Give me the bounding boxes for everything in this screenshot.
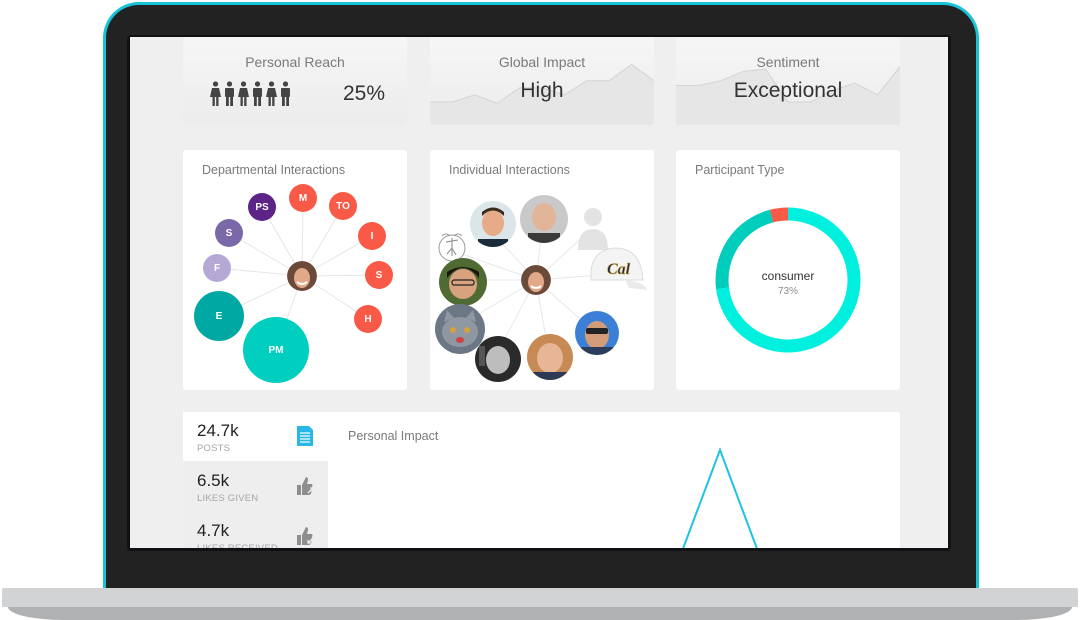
department-bubble-s[interactable]: S <box>215 219 243 247</box>
kpi-title: Sentiment <box>756 54 820 70</box>
laptop-mockup: Personal Reach 25% Global Impact High Se… <box>0 0 1080 620</box>
male-person-icon <box>281 81 290 106</box>
donut-center-value: 73% <box>777 286 798 297</box>
department-bubble-pm[interactable]: PM <box>243 317 309 383</box>
kpi-value: High <box>520 79 564 102</box>
department-bubble-to[interactable]: TO <box>329 192 357 220</box>
stat-label: POSTS <box>197 443 231 454</box>
stat-value: 24.7k <box>197 421 239 440</box>
document-icon <box>297 426 313 446</box>
individual-interactions-panel: Individual Interactions Cal <box>430 150 654 390</box>
impact-line <box>682 447 758 548</box>
center-user-avatar[interactable] <box>287 261 317 291</box>
laptop-base <box>2 588 1078 607</box>
departmental-interactions-panel: Departmental Interactions PS M TO S I F S E H PM <box>183 150 407 390</box>
participant-type-panel: Participant Type consumer 73% <box>676 150 900 390</box>
department-bubble-h[interactable]: H <box>354 305 382 333</box>
laptop-base-shadow <box>8 607 1072 620</box>
department-bubble-f[interactable]: F <box>203 254 231 282</box>
participant-avatar-5[interactable] <box>527 334 573 380</box>
kpi-value: Exceptional <box>733 79 843 102</box>
female-person-icon <box>210 81 221 106</box>
male-person-icon <box>253 81 262 106</box>
male-person-icon <box>225 81 234 106</box>
participant-avatar-6[interactable] <box>575 311 619 355</box>
personal-impact-panel: Personal Impact <box>328 412 900 548</box>
kpi-sentiment[interactable]: Sentiment Exceptional <box>676 37 900 125</box>
thumbs-up-out-icon <box>297 477 314 495</box>
stat-posts[interactable]: 24.7k POSTS <box>183 412 328 461</box>
people-icon <box>209 81 292 107</box>
participant-avatar-3[interactable] <box>439 258 487 306</box>
stat-value: 4.7k <box>197 521 230 540</box>
department-bubble-ps[interactable]: PS <box>248 193 276 221</box>
kpi-global-impact[interactable]: Global Impact High <box>430 37 654 125</box>
donut-center-label: consumer <box>761 269 815 283</box>
cal-cap-image[interactable]: Cal <box>585 240 649 300</box>
stats-list: 24.7k POSTS 6.5k LIKES GIVEN 4.7k LIKES … <box>183 412 328 548</box>
kpi-personal-reach[interactable]: Personal Reach 25% <box>183 37 407 125</box>
female-person-icon <box>266 81 277 106</box>
thumbs-up-in-icon <box>297 527 314 545</box>
stat-value: 6.5k <box>197 471 230 490</box>
participant-avatar-4[interactable] <box>475 336 521 382</box>
kpi-title: Global Impact <box>498 54 586 70</box>
kpi-title: Personal Reach <box>245 54 345 70</box>
kpi-value: 25% <box>343 82 386 105</box>
svg-text:Cal: Cal <box>607 261 631 278</box>
stat-likes-received[interactable]: 4.7k LIKES RECEIVED <box>183 512 328 548</box>
department-bubble-m[interactable]: M <box>289 184 317 212</box>
department-bubble-i[interactable]: I <box>358 222 386 250</box>
participant-avatar-2[interactable] <box>520 195 568 243</box>
participant-avatar-1[interactable] <box>470 201 516 247</box>
donut-segment-minor[interactable] <box>769 207 789 223</box>
stat-label: LIKES GIVEN <box>197 493 259 504</box>
department-bubble-e[interactable]: E <box>194 291 244 341</box>
department-bubble-s[interactable]: S <box>365 261 393 289</box>
stat-label: LIKES RECEIVED <box>197 543 278 548</box>
dashboard-screen: Personal Reach 25% Global Impact High Se… <box>130 37 948 548</box>
female-person-icon <box>238 81 249 106</box>
panel-title: Participant Type <box>695 163 785 177</box>
center-user-avatar[interactable] <box>521 265 551 295</box>
personal-impact-chart[interactable] <box>328 412 900 548</box>
stat-likes-given[interactable]: 6.5k LIKES GIVEN <box>183 462 328 511</box>
